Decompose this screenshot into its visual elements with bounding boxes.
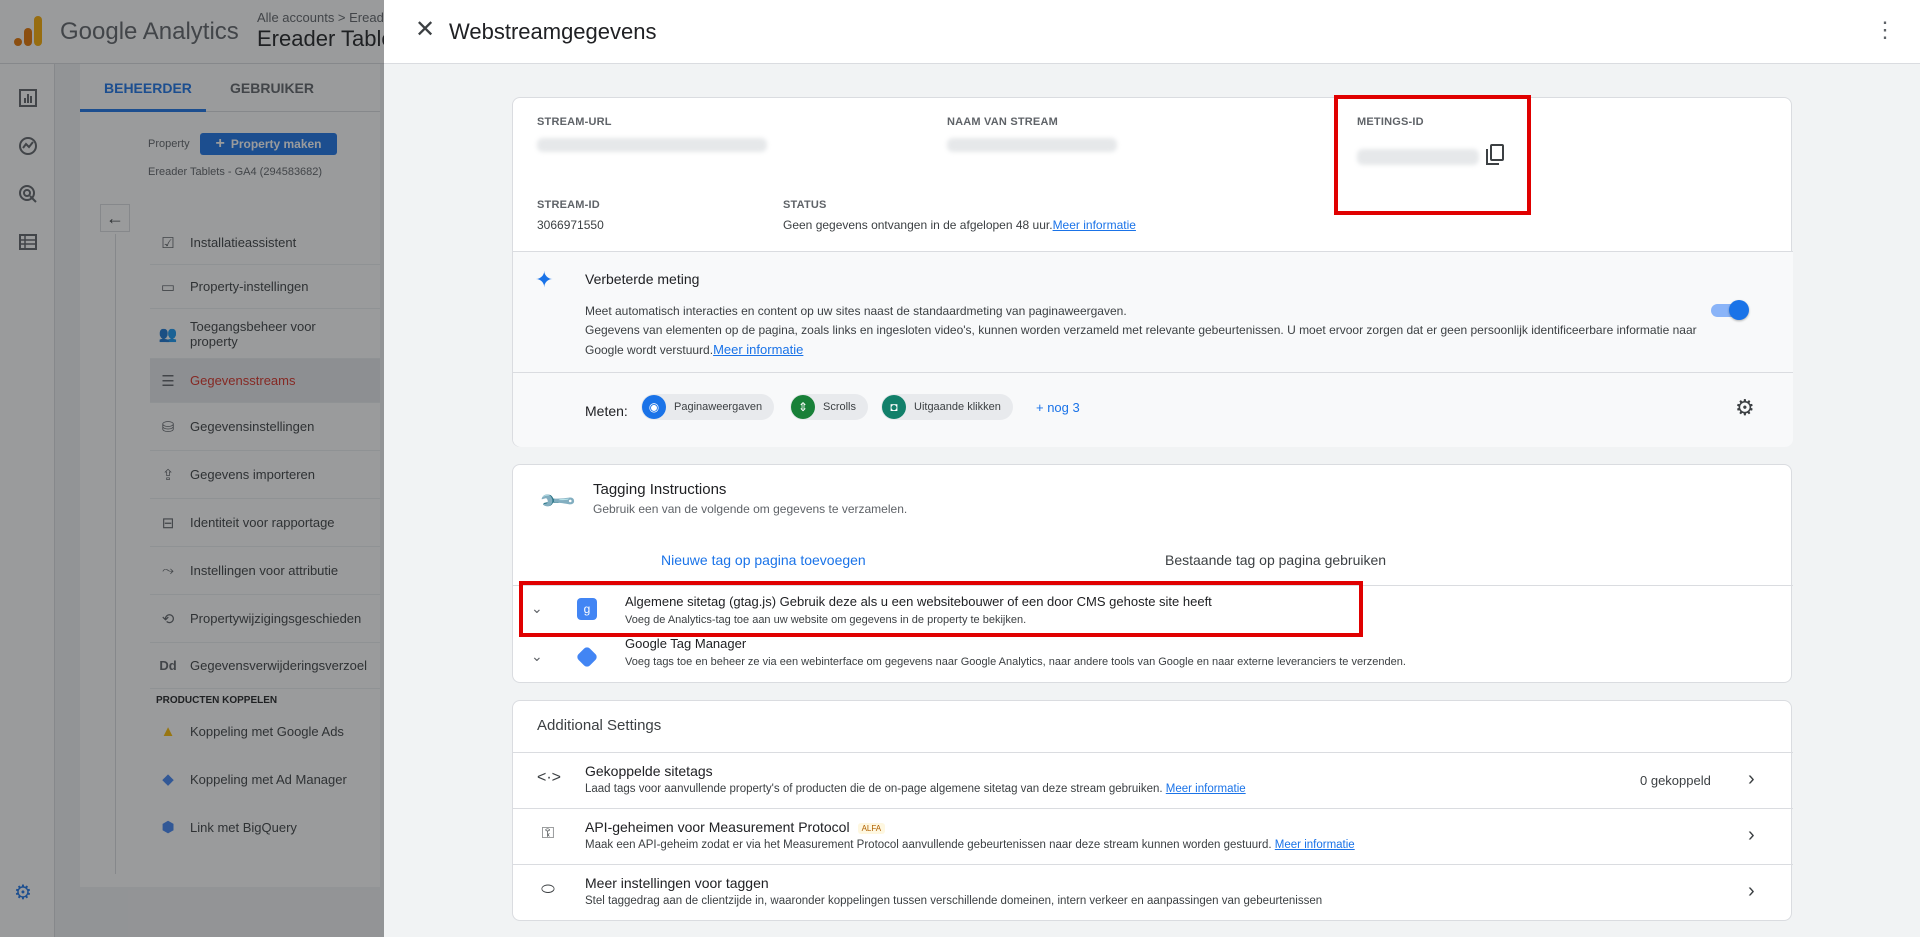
additional-settings-title: Additional Settings — [537, 717, 662, 734]
gtm-row[interactable]: ⌄ Google Tag Manager Voeg tags toe en be… — [513, 634, 1793, 682]
panel-header: ✕ Webstreamgegevens ⋮ — [384, 0, 1920, 64]
linked-sitetags-row[interactable]: <·> Gekoppelde sitetags Laad tags voor a… — [513, 752, 1793, 808]
additional-settings-card: Additional Settings <·> Gekoppelde sitet… — [512, 700, 1793, 921]
more-measurements-link[interactable]: + nog 3 — [1036, 400, 1080, 415]
code-icon: <·> — [537, 769, 562, 786]
key-icon: ⚿ — [541, 825, 555, 842]
modal-scrim[interactable] — [0, 0, 384, 937]
enhanced-measurement-section: ✦ Verbeterde meting Meet automatisch int… — [513, 251, 1793, 447]
stream-url-label: STREAM-URL — [537, 116, 612, 128]
api-secrets-more-info-link[interactable]: Meer informatie — [1275, 839, 1355, 851]
meten-label: Meten: — [585, 403, 628, 419]
status-label: STATUS — [783, 199, 827, 211]
more-tagging-settings-row[interactable]: ⬭ Meer instellingen voor taggen Stel tag… — [513, 864, 1793, 920]
status-more-info-link[interactable]: Meer informatie — [1053, 218, 1136, 232]
gtm-description: Voeg tags toe en beheer ze via een webin… — [625, 656, 1406, 668]
api-secrets-row[interactable]: ⚿ API-geheimen voor Measurement Protocol… — [513, 808, 1793, 864]
chevron-right-icon[interactable]: › — [1748, 880, 1755, 903]
chip-scrolls: ⇕ Scrolls — [790, 394, 869, 420]
enhanced-settings-gear-icon[interactable]: ⚙ — [1735, 395, 1755, 421]
api-secrets-title: API-geheimen voor Measurement Protocol AL… — [585, 819, 886, 835]
divider — [513, 251, 1793, 252]
stream-id-value: 3066971550 — [537, 218, 604, 232]
chip-paginaweergaven: ◉ Paginaweergaven — [641, 394, 775, 420]
chevron-right-icon[interactable]: › — [1748, 824, 1755, 847]
scroll-icon: ⇕ — [791, 395, 815, 419]
label-icon: ⬭ — [541, 881, 555, 898]
chip-label: Uitgaande klikken — [914, 401, 1001, 413]
tag-manager-icon — [575, 645, 599, 669]
chip-label: Paginaweergaven — [674, 401, 763, 413]
eye-icon: ◉ — [642, 395, 666, 419]
enhanced-desc-line1: Meet automatisch interacties en content … — [585, 304, 1127, 318]
stream-details-card: STREAM-URL NAAM VAN STREAM METINGS-ID ST… — [512, 95, 1793, 447]
gtm-title: Google Tag Manager — [625, 636, 747, 651]
api-secrets-desc-text: Maak een API-geheim zodat er via het Mea… — [585, 839, 1272, 851]
linked-sitetags-more-info-link[interactable]: Meer informatie — [1166, 783, 1246, 795]
gtag-highlight — [519, 581, 1363, 637]
measurement-id-highlight — [1334, 95, 1531, 215]
alfa-badge: ALFA — [857, 822, 886, 834]
api-secrets-description: Maak een API-geheim zodat er via het Mea… — [585, 839, 1355, 851]
panel-title: Webstreamgegevens — [449, 19, 657, 44]
tab-existing-tag[interactable]: Bestaande tag op pagina gebruiken — [1165, 552, 1386, 568]
close-icon[interactable]: ✕ — [413, 18, 437, 42]
wrench-icon: 🔧 — [537, 481, 579, 522]
stream-name-value-redacted — [947, 138, 1117, 152]
tab-new-tag[interactable]: Nieuwe tag op pagina toevoegen — [661, 552, 866, 568]
linked-sitetags-description: Laad tags voor aanvullende property's of… — [585, 783, 1246, 795]
more-vert-icon[interactable]: ⋮ — [1874, 18, 1896, 42]
enhanced-measurement-title: Verbeterde meting — [585, 271, 700, 287]
enhanced-more-info-link[interactable]: Meer informatie — [713, 342, 803, 357]
stream-url-value-redacted — [537, 138, 767, 152]
enhanced-desc-line2: Gegevens van elementen op de pagina, zoa… — [585, 321, 1705, 360]
more-tagging-title: Meer instellingen voor taggen — [585, 875, 769, 891]
tagging-instructions-card: 🔧 Tagging Instructions Gebruik een van d… — [512, 464, 1793, 683]
tagging-title: Tagging Instructions — [593, 481, 727, 498]
linked-sitetags-desc-text: Laad tags voor aanvullende property's of… — [585, 783, 1163, 795]
status-value: Geen gegevens ontvangen in de afgelopen … — [783, 218, 1136, 232]
chevron-down-icon[interactable]: ⌄ — [531, 648, 543, 665]
stream-id-label: STREAM-ID — [537, 199, 600, 211]
status-text: Geen gegevens ontvangen in de afgelopen … — [783, 218, 1053, 232]
enhanced-measurement-description: Meet automatisch interacties en content … — [585, 302, 1705, 360]
linked-sitetags-title: Gekoppelde sitetags — [585, 763, 713, 779]
enhanced-measurement-toggle[interactable] — [1711, 300, 1749, 320]
stream-name-label: NAAM VAN STREAM — [947, 116, 1058, 128]
webstream-details-panel: ✕ Webstreamgegevens ⋮ STREAM-URL NAAM VA… — [384, 0, 1920, 937]
chip-label: Scrolls — [823, 401, 857, 413]
sparkle-icon: ✦ — [535, 267, 554, 292]
api-secrets-title-text: API-geheimen voor Measurement Protocol — [585, 819, 850, 835]
chip-uitgaande-klikken: ◘ Uitgaande klikken — [881, 394, 1013, 420]
chevron-right-icon[interactable]: › — [1748, 768, 1755, 791]
divider — [513, 372, 1793, 373]
tagging-subtitle: Gebruik een van de volgende om gegevens … — [593, 502, 908, 516]
mouse-icon: ◘ — [882, 395, 906, 419]
linked-count: 0 gekoppeld — [1640, 773, 1711, 788]
more-tagging-description: Stel taggedrag aan de clientzijde in, wa… — [585, 895, 1323, 907]
